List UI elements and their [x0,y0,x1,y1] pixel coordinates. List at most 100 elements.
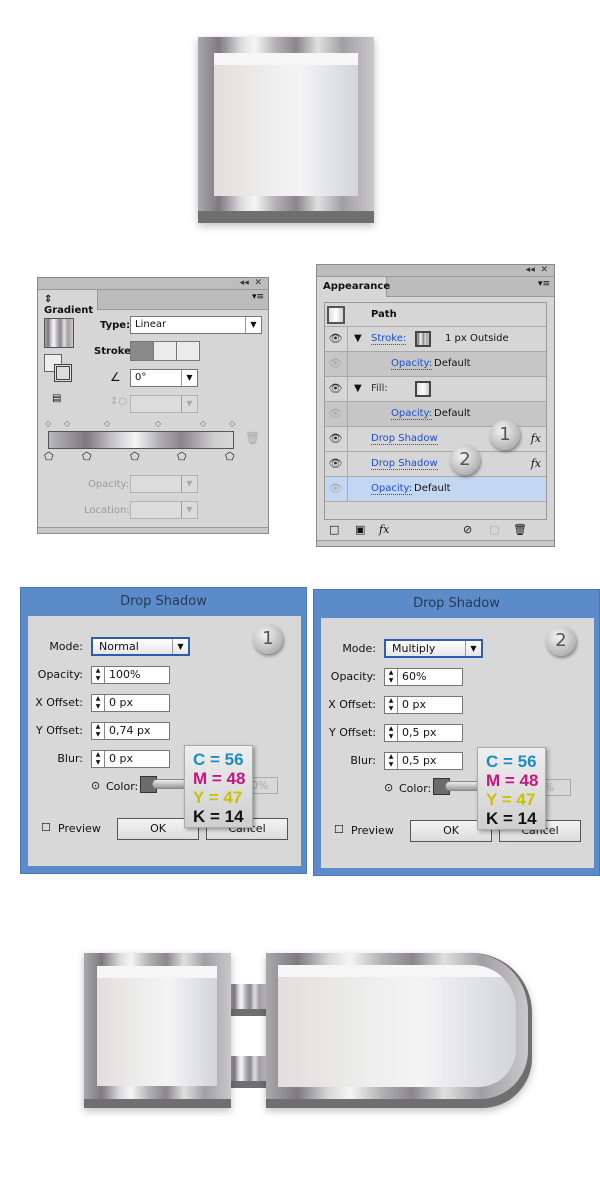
x-offset-label: X Offset: [328,698,376,711]
spinner-icon[interactable]: ▲ ▼ [385,669,398,685]
add-stroke-icon[interactable]: □ [329,523,339,536]
opacity-input[interactable]: ▲ ▼ 60% [384,668,463,686]
eye-icon[interactable]: 👁 [324,402,348,426]
stroke-type-buttons [130,341,200,361]
stroke-swatch[interactable] [415,331,431,347]
opacity-label: Opacity: [330,670,376,683]
angle-value: 0° [135,372,147,383]
fill-stroke-icon[interactable] [44,354,74,382]
mode-label: Mode: [49,640,83,653]
angle-input[interactable]: 0° ▼ [130,369,198,387]
mode-value: Multiply [392,642,436,655]
stroke-link[interactable]: Stroke: [371,333,407,345]
usb-drive-illustration [84,953,532,1109]
mode-select[interactable]: Normal ▼ [91,637,190,656]
opacity-link[interactable]: Opacity: [391,408,433,420]
disclosure-icon[interactable]: ▼ [354,333,362,344]
fx-icon[interactable]: fx [531,457,541,470]
add-fill-icon[interactable]: ▣ [355,523,365,536]
aspect-ratio-icon: ↕○ [110,396,128,407]
stroke-opacity-row[interactable]: 👁 Opacity: Default [324,352,547,377]
resize-handle[interactable] [317,540,554,546]
opacity-input[interactable]: ▲ ▼ 100% [91,666,170,684]
eye-icon[interactable]: 👁 [324,377,348,401]
stroke-row[interactable]: 👁 ▼ Stroke: 1 px Outside [324,327,547,352]
tab-gradient[interactable]: ⇕ Gradient [38,290,98,316]
color-radio[interactable]: ⊙ [384,781,393,794]
bottom-edge [198,211,374,223]
panel-menu-icon[interactable]: ▾≡ [252,292,264,302]
gradient-slider[interactable] [48,431,234,449]
blur-input[interactable]: ▲ ▼ 0,5 px [384,752,463,770]
object-opacity-row[interactable]: 👁 Opacity: Default [324,477,547,502]
aspect-ratio-input[interactable]: ▼ [130,395,198,413]
fill-label[interactable]: Fill: [371,383,388,394]
spinner-icon[interactable]: ▲ ▼ [385,697,398,713]
location-input[interactable]: ▼ [130,501,198,519]
y-offset-input[interactable]: ▲ ▼ 0,5 px [384,724,463,742]
opacity-label: Opacity: [88,479,130,490]
duplicate-icon[interactable]: ▢ [489,523,499,536]
opacity-link[interactable]: Opacity: [391,358,433,370]
opacity-value: Default [434,408,471,419]
opacity-link[interactable]: Opacity: [371,483,413,495]
type-select[interactable]: Linear ▼ [130,316,262,334]
reverse-gradient-icon[interactable]: ▤ [52,393,61,404]
mode-select[interactable]: Multiply ▼ [384,639,483,658]
eye-icon[interactable]: 👁 [324,327,348,351]
stroke-along-button[interactable] [154,342,177,360]
eye-icon[interactable]: 👁 [324,477,348,501]
stroke-across-button[interactable] [177,342,199,360]
drop-shadow-link[interactable]: Drop Shadow [371,458,438,470]
eye-icon[interactable]: 👁 [324,352,348,376]
fill-row[interactable]: 👁 ▼ Fill: [324,377,547,402]
preview-label: Preview [351,824,394,837]
fx-icon[interactable]: fx [531,432,541,445]
delete-stop-icon[interactable]: 🗑 [245,431,260,445]
x-offset-input[interactable]: ▲ ▼ 0 px [384,696,463,714]
disclosure-icon[interactable]: ▼ [354,383,362,394]
eye-icon[interactable]: 👁 [324,452,348,476]
color-radio[interactable]: ⊙ [91,779,100,792]
eye-icon[interactable]: 👁 [324,427,348,451]
black-value: K = 14 [193,807,244,826]
add-effect-icon[interactable]: fx [379,523,389,536]
opacity-input[interactable]: ▼ [130,475,198,493]
close-icon[interactable]: ✕ [540,265,548,275]
drop-shadow-link[interactable]: Drop Shadow [371,433,438,445]
x-offset-label: X Offset: [35,696,83,709]
spinner-icon[interactable]: ▲ ▼ [92,695,105,711]
stroke-label: Stroke: [94,346,135,357]
spinner-icon[interactable]: ▲ ▼ [385,725,398,741]
spinner-icon[interactable]: ▲ ▼ [385,753,398,769]
spinner-icon[interactable]: ▲ ▼ [92,751,105,767]
spinner-icon[interactable]: ▲ ▼ [92,723,105,739]
y-offset-input[interactable]: ▲ ▼ 0,74 px [91,722,170,740]
preview-checkbox[interactable]: ☐ [41,821,51,834]
x-offset-value: 0 px [402,698,426,711]
trash-icon[interactable]: 🗑 [513,523,527,536]
tab-appearance[interactable]: Appearance [317,277,390,297]
close-icon[interactable]: ✕ [254,278,262,288]
collapse-icon[interactable]: ◂◂ [240,278,249,288]
x-offset-input[interactable]: ▲ ▼ 0 px [91,694,170,712]
stroke-within-button[interactable] [131,342,154,360]
clear-appearance-icon[interactable]: ⊘ [463,523,472,536]
color-label: Color: [399,782,432,795]
stroke-value: 1 px Outside [445,333,509,344]
resize-handle[interactable] [38,527,268,533]
path-row[interactable]: Path [324,302,547,327]
preview-checkbox[interactable]: ☐ [334,823,344,836]
panel-menu-icon[interactable]: ▾≡ [538,279,550,289]
drop-shadow-row-2[interactable]: 👁 Drop Shadow fx [324,452,547,477]
preview-label: Preview [58,822,101,835]
collapse-icon[interactable]: ◂◂ [526,265,535,275]
spinner-icon[interactable]: ▲ ▼ [92,667,105,683]
gradient-panel: ◂◂ ✕ ▾≡ ⇕ Gradient ▤ Type: Linear ▼ Strok… [37,277,269,534]
drive-body [266,953,532,1108]
y-offset-label: Y Offset: [329,726,376,739]
blur-input[interactable]: ▲ ▼ 0 px [91,750,170,768]
yellow-value: Y = 47 [193,788,243,807]
gradient-swatch[interactable] [44,318,74,348]
fill-swatch[interactable] [415,381,431,397]
